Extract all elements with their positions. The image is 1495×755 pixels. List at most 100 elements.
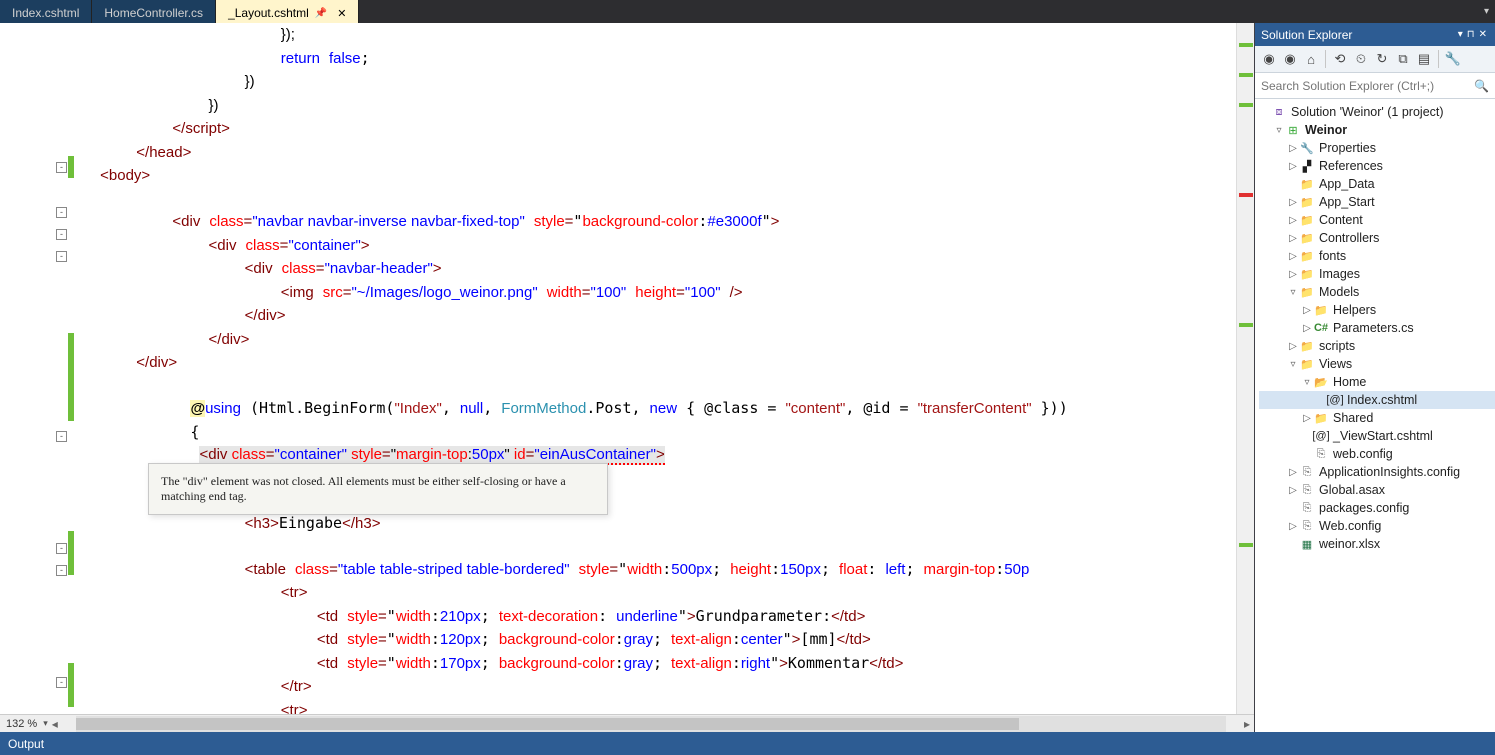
scroll-left-icon[interactable]: ◂ <box>48 717 62 731</box>
code-area[interactable]: }); return false; }) }) </script> </head… <box>60 23 1236 714</box>
editor-horizontal-scrollbar[interactable]: 132 % ▾ ◂ ▸ <box>0 714 1254 732</box>
folder-icon: 📁 <box>1299 230 1315 246</box>
folder-icon: 📁 <box>1313 302 1329 318</box>
scroll-right-icon[interactable]: ▸ <box>1240 717 1254 731</box>
tree-item[interactable]: ⎘packages.config <box>1259 499 1495 517</box>
tree-label: Parameters.cs <box>1333 321 1414 335</box>
tree-label: App_Data <box>1319 177 1375 191</box>
tree-item[interactable]: ▷▞References <box>1259 157 1495 175</box>
sync-icon[interactable]: ⟲ <box>1330 49 1350 69</box>
code-editor[interactable]: - - - - - - - - }); return false; }) }) <box>0 23 1254 732</box>
tree-label: Home <box>1333 375 1366 389</box>
scroll-thumb[interactable] <box>76 718 1019 730</box>
solution-explorer-search[interactable]: 🔍 <box>1255 73 1495 99</box>
chevron-icon[interactable]: ▷ <box>1301 305 1313 316</box>
properties-icon[interactable]: 🔧 <box>1443 49 1463 69</box>
output-panel-tab[interactable]: Output <box>0 732 1495 755</box>
tree-item[interactable]: ▷📁scripts <box>1259 337 1495 355</box>
scroll-track[interactable] <box>76 716 1226 732</box>
close-icon[interactable]: ✕ <box>1477 29 1489 40</box>
tab-overflow-icon[interactable]: ▾ <box>1482 6 1491 17</box>
tree-item[interactable]: ▷⎘Global.asax <box>1259 481 1495 499</box>
tree-label: Controllers <box>1319 231 1379 245</box>
chevron-icon[interactable]: ▷ <box>1287 251 1299 262</box>
config-file-icon: ⎘ <box>1299 464 1315 480</box>
forward-icon[interactable]: ◉ <box>1280 49 1300 69</box>
collapse-all-icon[interactable]: ⧉ <box>1393 49 1413 69</box>
panel-menu-icon[interactable]: ▾ <box>1456 29 1465 40</box>
tree-item[interactable]: ▷⎘Web.config <box>1259 517 1495 535</box>
error-tooltip: The "div" element was not closed. All el… <box>148 463 608 515</box>
tree-label: Helpers <box>1333 303 1376 317</box>
tree-label: scripts <box>1319 339 1355 353</box>
tab-index-cshtml[interactable]: Index.cshtml <box>0 0 92 23</box>
tree-project-node[interactable]: ▿ ⊞ Weinor <box>1259 121 1495 139</box>
tree-item[interactable]: ⎘web.config <box>1259 445 1495 463</box>
tree-item[interactable]: [@]Index.cshtml <box>1259 391 1495 409</box>
tree-item[interactable]: ▷⎘ApplicationInsights.config <box>1259 463 1495 481</box>
chevron-icon[interactable]: ▷ <box>1287 143 1299 154</box>
tab-layout-cshtml[interactable]: _Layout.cshtml 📌 ✕ <box>216 0 359 23</box>
document-tabbar: Index.cshtml HomeController.cs _Layout.c… <box>0 0 1495 23</box>
tab-homecontroller-cs[interactable]: HomeController.cs <box>92 0 216 23</box>
outline-gutter: - - - - - - - - <box>18 23 60 714</box>
chevron-icon[interactable]: ▿ <box>1301 377 1313 388</box>
tree-item[interactable]: ▷C#Parameters.cs <box>1259 319 1495 337</box>
tree-label: Views <box>1319 357 1352 371</box>
tab-label: Index.cshtml <box>12 6 79 20</box>
chevron-icon[interactable]: ▷ <box>1287 467 1299 478</box>
tree-item[interactable]: ▷📁 Controllers <box>1259 229 1495 247</box>
home-icon[interactable]: ⌂ <box>1301 49 1321 69</box>
tree-label: Models <box>1319 285 1359 299</box>
tree-item[interactable]: ▿📁Models <box>1259 283 1495 301</box>
tree-item[interactable]: ▿📂Home <box>1259 373 1495 391</box>
pending-icon[interactable]: ⏲ <box>1351 49 1371 69</box>
overview-ruler[interactable] <box>1236 23 1254 714</box>
tree-item[interactable]: ▷📁Content <box>1259 211 1495 229</box>
tree-label: Images <box>1319 267 1360 281</box>
tree-item[interactable]: ▷📁fonts <box>1259 247 1495 265</box>
chevron-icon[interactable]: ▷ <box>1287 161 1299 172</box>
solution-explorer-toolbar: ◉ ◉ ⌂ ⟲ ⏲ ↻ ⧉ ▤ 🔧 <box>1255 46 1495 73</box>
project-icon: ⊞ <box>1285 122 1301 138</box>
tree-item[interactable]: ▷📁 Images <box>1259 265 1495 283</box>
panel-title-bar[interactable]: Solution Explorer ▾ ⊓ ✕ <box>1255 23 1495 46</box>
tree-item[interactable]: ▷📁App_Start <box>1259 193 1495 211</box>
chevron-icon[interactable]: ▷ <box>1287 521 1299 532</box>
folder-icon: 📁 <box>1299 266 1315 282</box>
tree-item[interactable]: ▷🔧 Properties <box>1259 139 1495 157</box>
chevron-icon[interactable]: ▷ <box>1301 323 1313 334</box>
search-input[interactable] <box>1261 79 1474 93</box>
pin-icon[interactable]: ⊓ <box>1465 29 1477 40</box>
chevron-icon[interactable]: ▷ <box>1301 413 1313 424</box>
tree-label: Properties <box>1319 141 1376 155</box>
back-icon[interactable]: ◉ <box>1259 49 1279 69</box>
chevron-icon[interactable]: ▿ <box>1287 287 1299 298</box>
chevron-icon[interactable]: ▿ <box>1287 359 1299 370</box>
search-icon[interactable]: 🔍 <box>1474 79 1489 93</box>
wrench-icon: 🔧 <box>1299 140 1315 156</box>
tree-item[interactable]: 📁 App_Data <box>1259 175 1495 193</box>
chevron-icon[interactable]: ▷ <box>1287 269 1299 280</box>
chevron-icon[interactable]: ▷ <box>1287 233 1299 244</box>
pin-icon[interactable]: 📌 <box>315 8 327 19</box>
tree-solution-node[interactable]: ⧈ Solution 'Weinor' (1 project) <box>1259 103 1495 121</box>
chevron-icon[interactable]: ▷ <box>1287 197 1299 208</box>
tree-item[interactable]: ▦weinor.xlsx <box>1259 535 1495 553</box>
chevron-icon[interactable]: ▷ <box>1287 215 1299 226</box>
close-icon[interactable]: ✕ <box>333 7 346 20</box>
chevron-icon[interactable]: ▷ <box>1287 341 1299 352</box>
refresh-icon[interactable]: ↻ <box>1372 49 1392 69</box>
show-all-icon[interactable]: ▤ <box>1414 49 1434 69</box>
tree-item[interactable]: ▿📁Views <box>1259 355 1495 373</box>
chevron-icon[interactable]: ▷ <box>1287 485 1299 496</box>
excel-file-icon: ▦ <box>1299 536 1315 552</box>
solution-tree[interactable]: ⧈ Solution 'Weinor' (1 project) ▿ ⊞ Wein… <box>1255 99 1495 732</box>
tree-item[interactable]: ▷📁Shared <box>1259 409 1495 427</box>
zoom-level[interactable]: 132 % <box>0 718 43 730</box>
chevron-down-icon[interactable]: ▿ <box>1273 125 1285 136</box>
folder-icon: 📁 <box>1299 176 1315 192</box>
tree-item[interactable]: [@]_ViewStart.cshtml <box>1259 427 1495 445</box>
tree-item[interactable]: ▷📁 Helpers <box>1259 301 1495 319</box>
tree-label: fonts <box>1319 249 1346 263</box>
